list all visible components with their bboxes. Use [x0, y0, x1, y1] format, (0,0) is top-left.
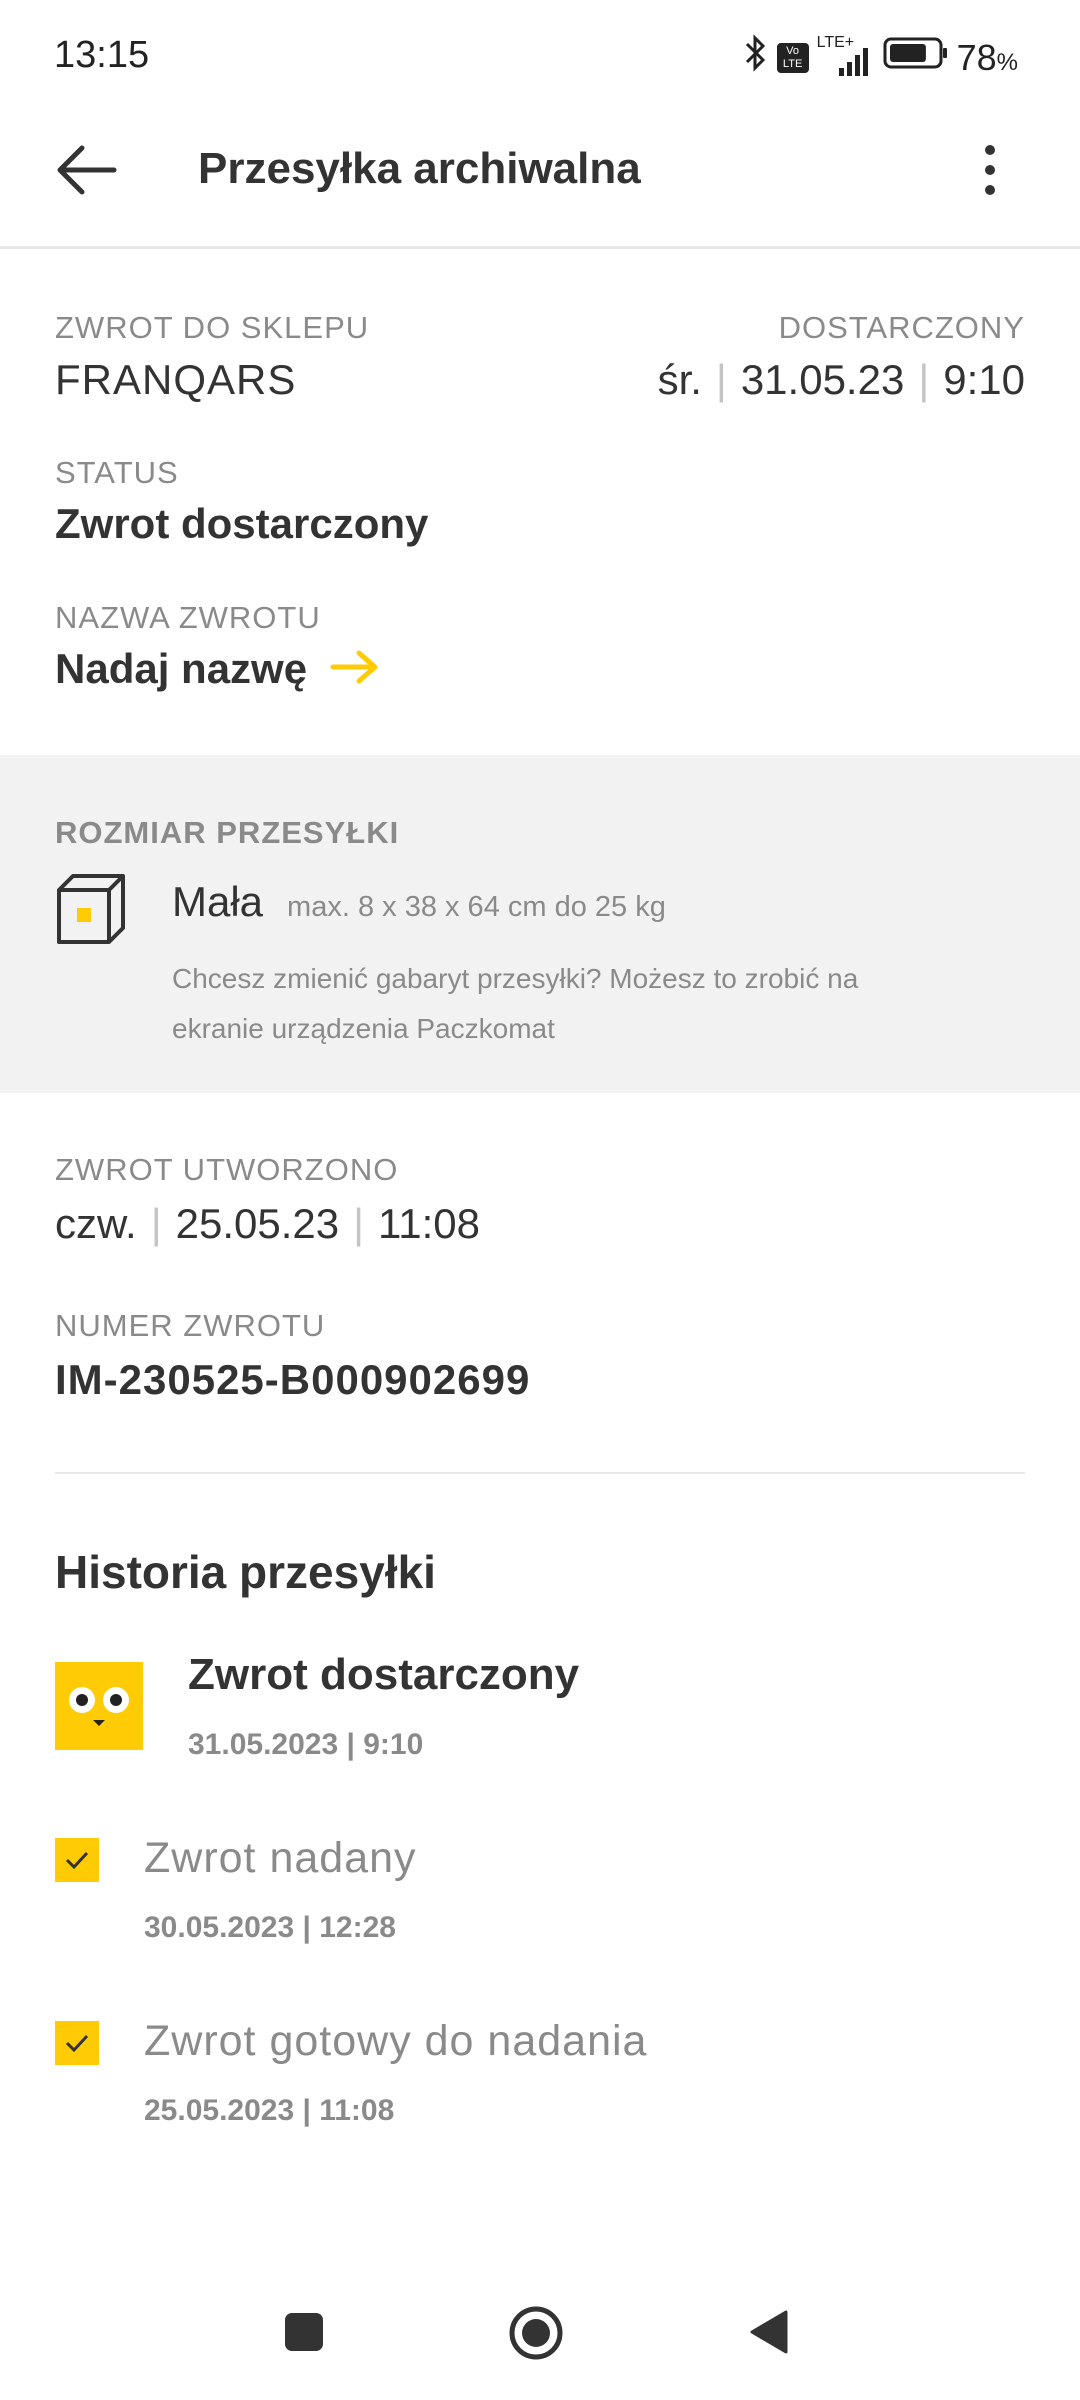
- note-line-1: Chcesz zmienić gabaryt przesyłki? Możesz…: [172, 963, 859, 994]
- history-item-label: Zwrot nadany: [144, 1834, 417, 1882]
- back-arrow-icon[interactable]: [52, 140, 122, 200]
- status-time: 13:15: [54, 34, 150, 76]
- set-name-label: Nadaj nazwę: [55, 645, 308, 692]
- return-number-label: NUMER ZWROTU: [55, 1308, 326, 1343]
- history-item-label: Zwrot gotowy do nadania: [144, 2017, 648, 2065]
- parcel-box-icon: [55, 872, 127, 951]
- signal-icon: LTE+: [817, 34, 875, 78]
- created-label: ZWROT UTWORZONO: [55, 1152, 399, 1187]
- delivered-date: 31.05.23: [740, 356, 905, 403]
- created-datetime: czw. | 25.05.23 | 11:08: [55, 1200, 481, 1247]
- mascot-icon: [55, 1662, 143, 1750]
- checkbox-checked-icon: [55, 1838, 99, 1882]
- history-title: Historia przesyłki: [55, 1546, 436, 1598]
- arrow-right-icon: [329, 647, 381, 692]
- delivered-datetime: śr. | 31.05.23 | 9:10: [657, 356, 1025, 403]
- history-item-date: 31.05.2023 | 9:10: [188, 1728, 424, 1761]
- parcel-size: Mała max. 8 x 38 x 64 cm do 25 kg: [172, 878, 666, 926]
- divider: [55, 1472, 1025, 1474]
- created-time: 11:08: [378, 1200, 481, 1247]
- recents-button-icon[interactable]: [283, 2311, 325, 2358]
- delivered-time: 9:10: [943, 356, 1025, 403]
- note-line-2: ekranie urządzenia Paczkomat: [172, 1013, 555, 1044]
- bluetooth-icon: [743, 34, 769, 81]
- checkbox-checked-icon: [55, 2021, 99, 2065]
- created-day: czw.: [55, 1200, 137, 1247]
- battery-percent: 78%: [956, 36, 1018, 78]
- shop-label: ZWROT DO SKLEPU: [55, 310, 370, 345]
- return-name-label: NAZWA ZWROTU: [55, 600, 321, 635]
- home-button-icon[interactable]: [508, 2305, 564, 2366]
- history-item-date: 25.05.2023 | 11:08: [144, 2094, 395, 2127]
- parcel-size-dims: max. 8 x 38 x 64 cm do 25 kg: [287, 891, 666, 923]
- delivered-day: śr.: [657, 356, 702, 403]
- page-title: Przesyłka archiwalna: [198, 144, 641, 193]
- parcel-size-name: Mała: [172, 878, 264, 925]
- set-name-link[interactable]: Nadaj nazwę: [55, 645, 381, 693]
- parcel-size-label: ROZMIAR PRZESYŁKI: [55, 815, 400, 850]
- parcel-size-note: Chcesz zmienić gabaryt przesyłki? Możesz…: [172, 954, 858, 1054]
- back-button-icon[interactable]: [748, 2308, 790, 2361]
- shop-name: FRANQARS: [55, 356, 297, 403]
- return-number: IM-230525-B000902699: [55, 1356, 531, 1403]
- created-date: 25.05.23: [175, 1200, 340, 1247]
- status-icons: Vo LTE LTE+ 78%: [743, 34, 1018, 81]
- more-options-icon[interactable]: [975, 140, 1005, 200]
- history-item-date: 30.05.2023 | 12:28: [144, 1911, 396, 1944]
- volte-icon: Vo LTE: [776, 42, 809, 73]
- status-label: STATUS: [55, 455, 179, 490]
- battery-icon: [883, 36, 949, 79]
- status-value: Zwrot dostarczony: [55, 500, 429, 547]
- history-item-label: Zwrot dostarczony: [188, 1650, 580, 1699]
- delivered-label: DOSTARCZONY: [778, 310, 1025, 345]
